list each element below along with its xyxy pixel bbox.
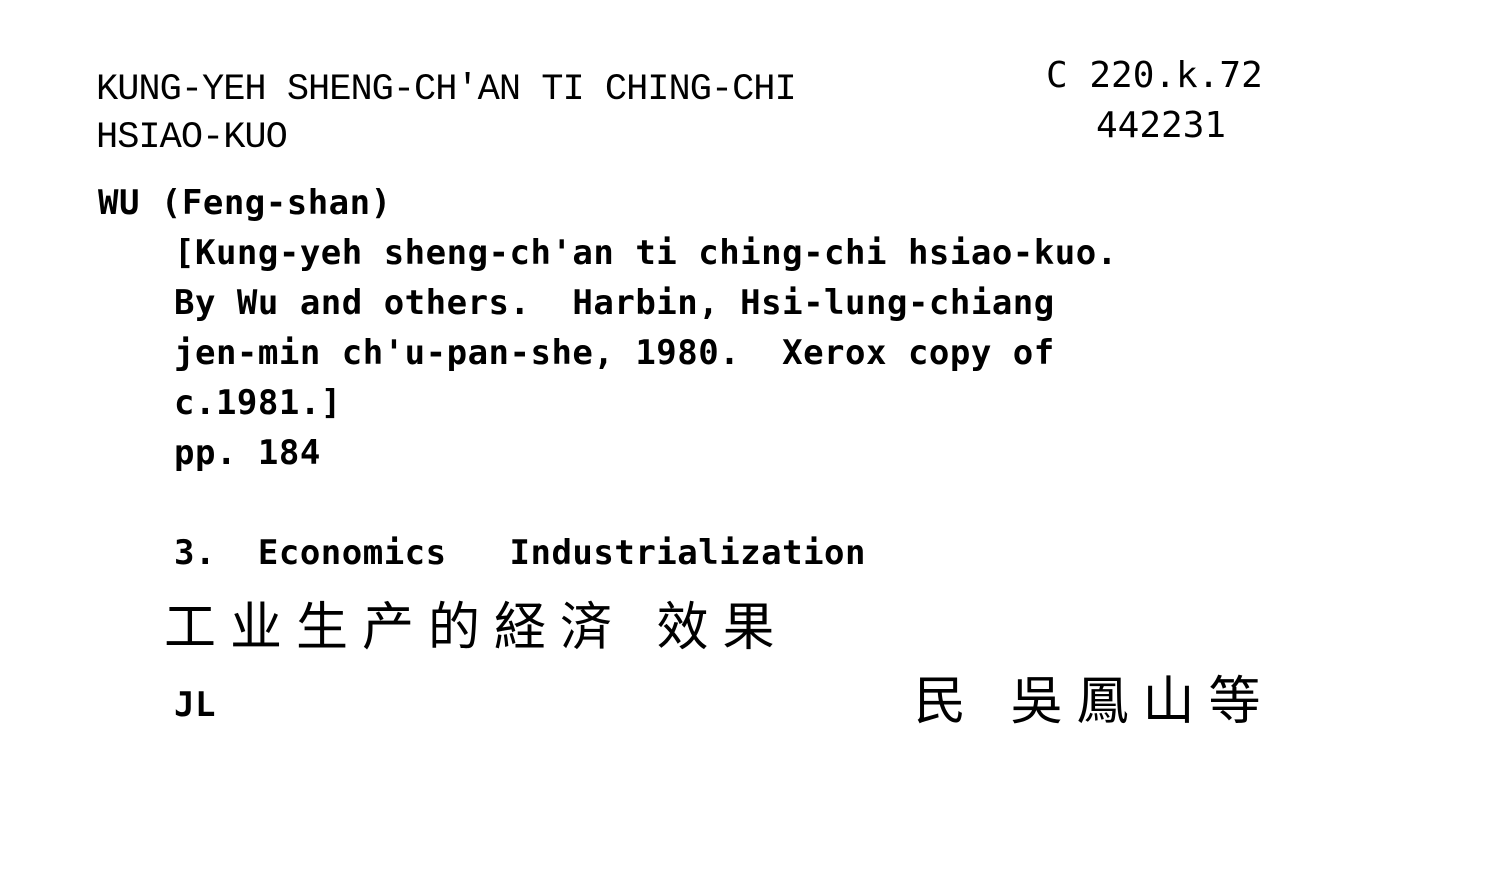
body-line-4: c.1981.] bbox=[174, 383, 342, 423]
author-heading: WU (Feng-shan) bbox=[98, 183, 392, 223]
title-line-2: HSIAO-KUO bbox=[96, 117, 288, 159]
chinese-title-handwritten: 工业生产的経済 效果 bbox=[164, 598, 789, 658]
catalog-card: KUNG-YEH SHENG-CH'AN TI CHING-CHI HSIAO-… bbox=[0, 0, 1495, 881]
body-line-2: By Wu and others. Harbin, Hsi-lung-chian… bbox=[174, 283, 1055, 323]
cataloguer-initials: JL bbox=[174, 685, 216, 725]
body-line-3: jen-min ch'u-pan-she, 1980. Xerox copy o… bbox=[174, 333, 1055, 373]
title-line-1: KUNG-YEH SHENG-CH'AN TI CHING-CHI bbox=[96, 69, 797, 111]
body-line-1: [Kung-yeh sheng-ch'an ti ching-chi hsiao… bbox=[174, 233, 1118, 273]
chinese-author-handwritten: 民 吳鳳山等 bbox=[914, 672, 1275, 732]
accession-number: 442231 bbox=[1096, 105, 1227, 146]
shelfmark: C 220.k.72 bbox=[1046, 55, 1263, 96]
subject-heading: 3. Economics Industrialization bbox=[174, 533, 867, 573]
pagination: pp. 184 bbox=[174, 433, 321, 473]
